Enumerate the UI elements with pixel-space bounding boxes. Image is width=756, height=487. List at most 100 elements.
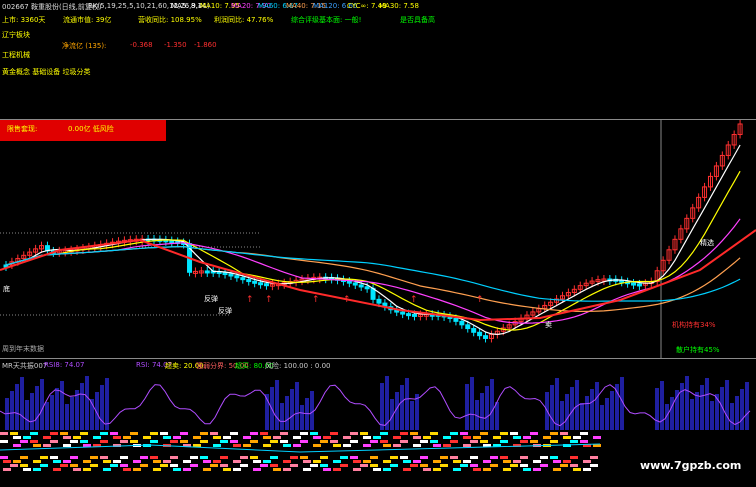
concept-tags: 黄金概念 基础设备 垃圾分类 — [2, 68, 91, 76]
signal-strip — [113, 436, 121, 439]
signal-strip — [3, 468, 11, 471]
signal-strip — [263, 444, 271, 447]
signal-strip — [493, 436, 501, 439]
signal-strip — [370, 440, 378, 443]
signal-strip — [120, 464, 128, 467]
signal-strip — [323, 436, 331, 439]
signal-strip — [150, 440, 158, 443]
indicator-bar — [590, 389, 594, 430]
signal-strip — [340, 456, 348, 459]
candle-body — [222, 272, 228, 276]
indicator-bar — [40, 379, 44, 430]
candle-body — [459, 320, 465, 326]
indicator-bar — [605, 398, 609, 430]
signal-strip — [400, 440, 408, 443]
signal-strip — [563, 460, 571, 463]
signal-strip — [280, 440, 288, 443]
moving-average-line — [5, 218, 741, 324]
lockup-box: 限售套现: 0.00亿 低风险 — [0, 120, 166, 141]
signal-strip — [400, 432, 408, 435]
signal-strip — [270, 456, 278, 459]
signal-strip — [393, 444, 401, 447]
signal-strip — [460, 432, 468, 435]
signal-strip — [200, 456, 208, 459]
signal-strip — [213, 436, 221, 439]
signal-strip — [180, 440, 188, 443]
signal-strip — [70, 456, 78, 459]
signal-strip — [450, 440, 458, 443]
revenue-growth: 营收同比: 108.95% — [138, 16, 202, 24]
signal-strip — [263, 436, 271, 439]
up-arrow: ↑ — [246, 295, 254, 305]
signal-strip — [530, 440, 538, 443]
signal-strip — [190, 464, 198, 467]
signal-strip — [163, 436, 171, 439]
signal-strip — [523, 436, 531, 439]
signal-strip — [550, 456, 558, 459]
signal-strip — [233, 468, 241, 471]
signal-strip — [590, 464, 598, 467]
indicator-bar — [490, 379, 494, 430]
signal-strip — [100, 456, 108, 459]
net-flow-3: -1.860 — [194, 41, 217, 49]
signal-strip — [523, 468, 531, 471]
indicator-bar — [105, 378, 109, 430]
signal-strip — [220, 456, 228, 459]
signal-strip — [553, 468, 561, 471]
signal-strip — [383, 468, 391, 471]
signal-strip — [570, 440, 578, 443]
signal-strip — [460, 464, 468, 467]
indicator-bar — [35, 386, 39, 430]
signal-strip — [200, 440, 208, 443]
up-arrow: ↑ — [265, 295, 273, 305]
signal-strip — [170, 440, 178, 443]
signal-strip — [473, 436, 481, 439]
indicator-bar — [495, 402, 499, 430]
signal-strip — [50, 432, 58, 435]
stock-title: 002667 鞍重股份(日线,前复权) — [2, 3, 102, 11]
indicator-bar — [60, 381, 64, 430]
signal-strip — [590, 456, 598, 459]
signal-strip — [40, 464, 48, 467]
signal-strip — [193, 444, 201, 447]
signal-strip — [53, 468, 61, 471]
signal-strip — [450, 456, 458, 459]
stock-chart-canvas[interactable]: ↑ ↑ ↑ ↑ ↑ ↑ — [0, 0, 756, 487]
signal-strip — [70, 464, 78, 467]
candle-body — [364, 286, 370, 290]
signal-strip — [393, 436, 401, 439]
signal-strip — [220, 464, 228, 467]
signal-strip — [250, 440, 258, 443]
signal-strip — [343, 444, 351, 447]
signal-strip — [430, 440, 438, 443]
signal-strip — [570, 456, 578, 459]
signal-strip — [390, 456, 398, 459]
signal-strip — [353, 460, 361, 463]
signal-strip — [303, 460, 311, 463]
indicator-bar — [400, 385, 404, 430]
signal-strip — [233, 460, 241, 463]
ma30-value: MA30: 7.58 — [379, 2, 419, 10]
net-flow-label: 净流亿 (135): — [62, 42, 107, 50]
signal-strip — [160, 464, 168, 467]
signal-strip — [413, 444, 421, 447]
indicator-bar — [290, 389, 294, 430]
signal-strip — [150, 456, 158, 459]
signal-strip — [143, 436, 151, 439]
signal-strip — [543, 436, 551, 439]
signal-strip — [553, 460, 561, 463]
indicator-bar — [735, 396, 739, 430]
signal-strip — [473, 468, 481, 471]
signal-strip — [183, 468, 191, 471]
signal-strip — [160, 432, 168, 435]
indicator-bar — [10, 391, 14, 430]
signal-strip — [13, 436, 21, 439]
signal-strip — [430, 432, 438, 435]
concept-flag: 是否具备高 — [400, 16, 435, 24]
indicator-bar — [405, 378, 409, 430]
signal-strip — [560, 432, 568, 435]
signal-strip — [350, 432, 358, 435]
signal-strip — [330, 432, 338, 435]
candle-body — [228, 273, 234, 277]
signal-strip — [403, 460, 411, 463]
